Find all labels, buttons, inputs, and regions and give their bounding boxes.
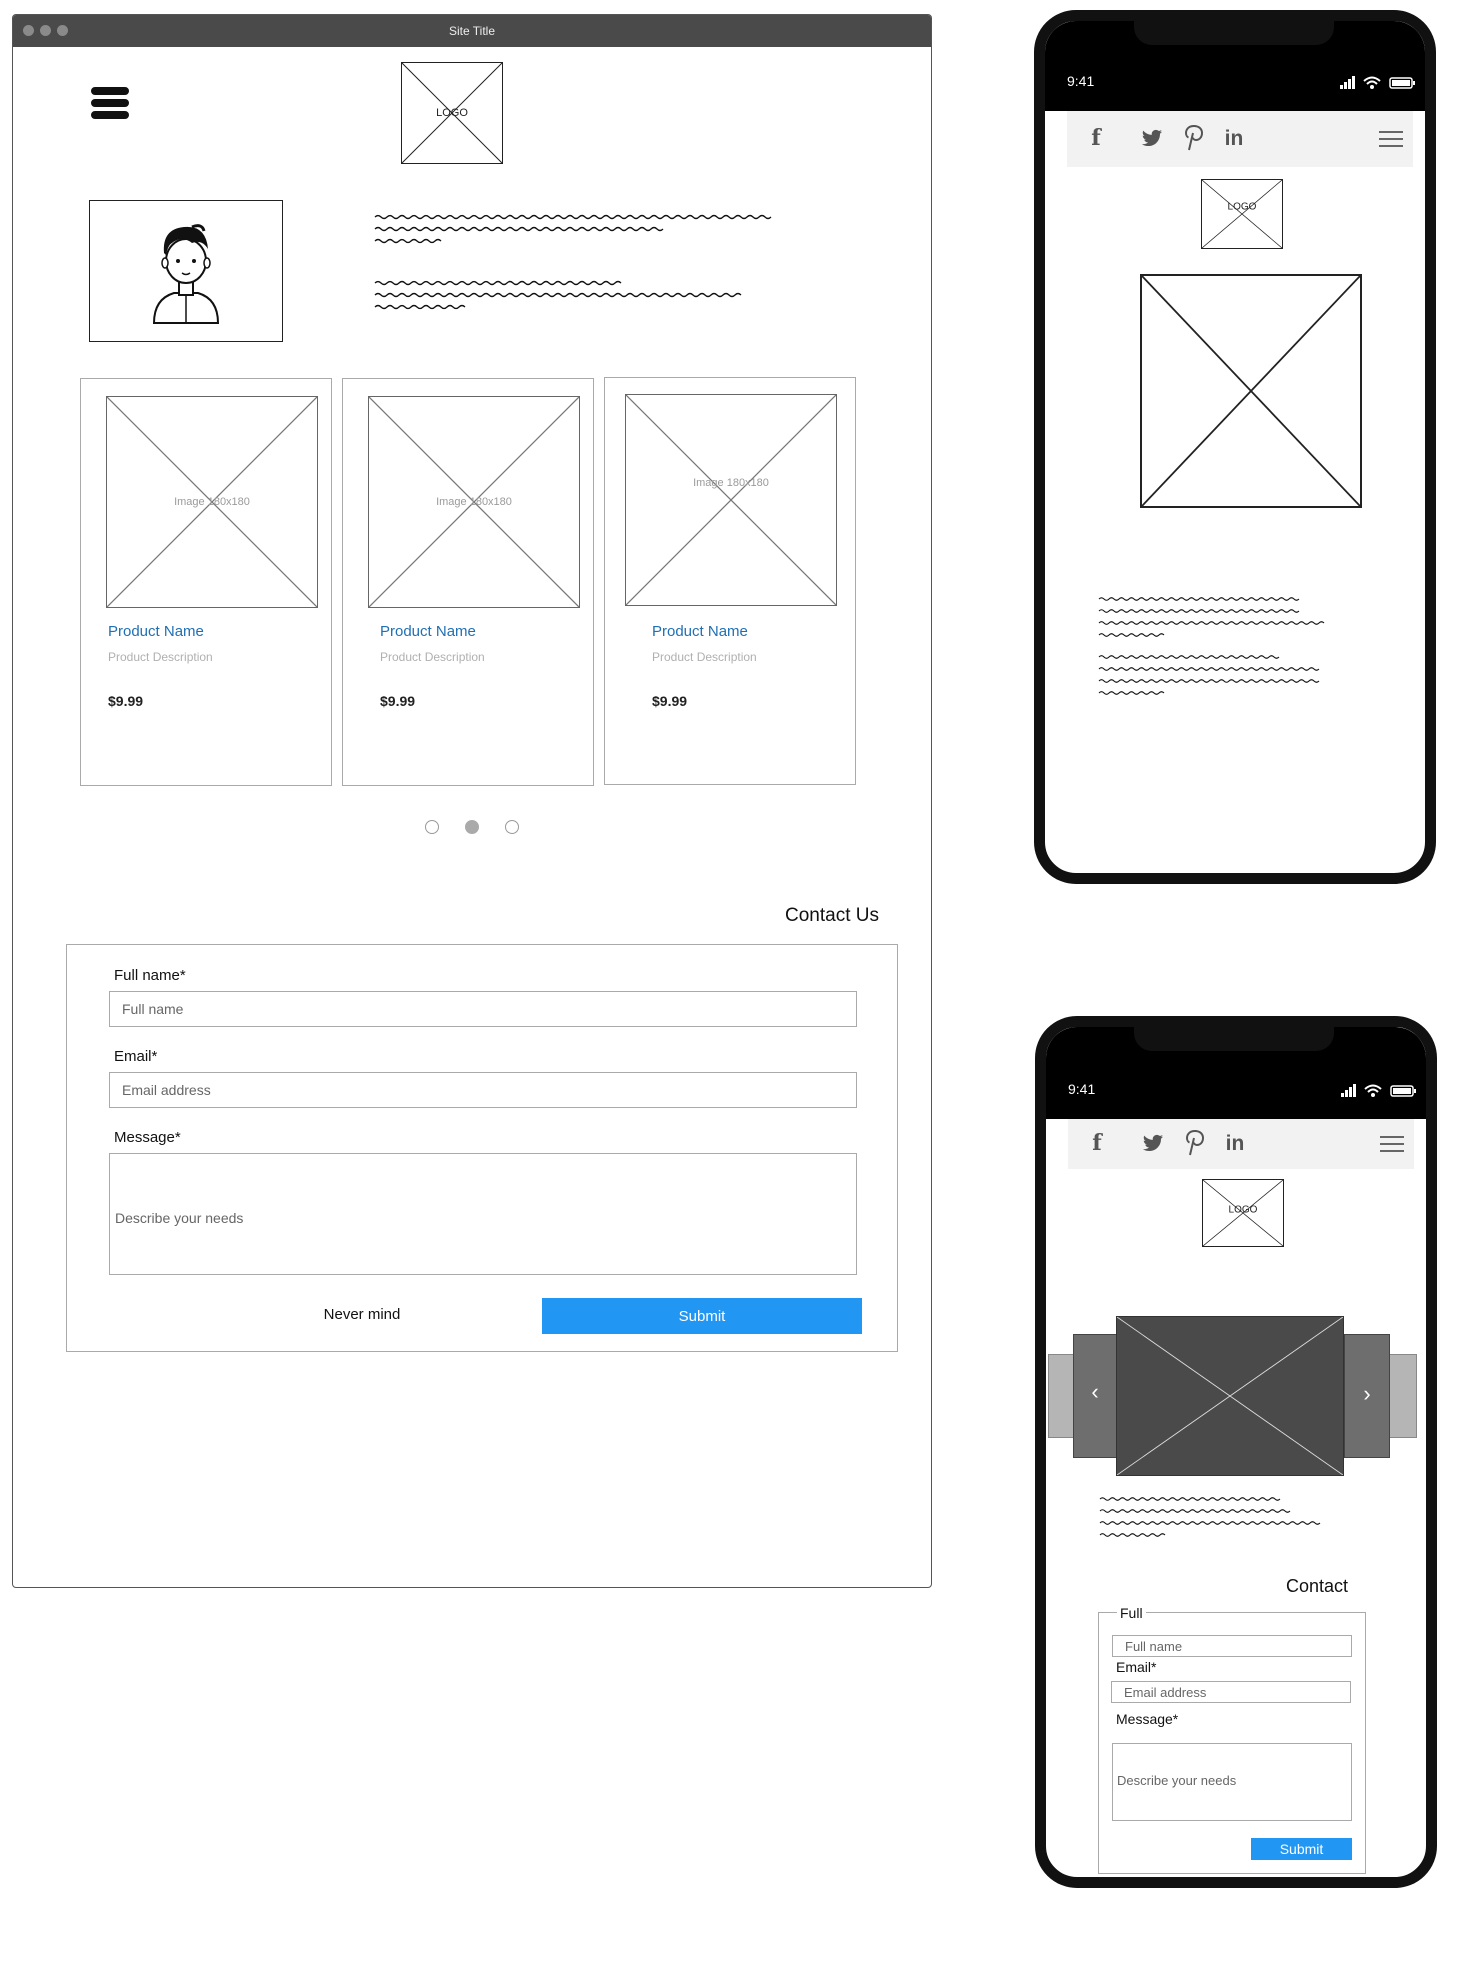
hamburger-menu-icon[interactable] [91, 87, 129, 121]
carousel-far-left-slide [1048, 1354, 1076, 1438]
product-description: Product Description [380, 650, 485, 664]
avatar [89, 200, 283, 342]
logo-placeholder[interactable]: LOGO [401, 62, 503, 164]
phone-mockup-1: 9:41 f in LOGO [1034, 10, 1436, 884]
email-label: Email* [1116, 1659, 1157, 1675]
twitter-icon[interactable] [1141, 129, 1163, 149]
message-label: Message* [1116, 1711, 1179, 1727]
message-textarea[interactable] [109, 1153, 857, 1275]
body-text-block [1099, 1497, 1321, 1537]
status-indicators-icon [1341, 1084, 1416, 1097]
product-image[interactable]: Image 180x180 [106, 396, 318, 608]
pinterest-icon[interactable] [1186, 1130, 1204, 1156]
message-label: Message* [114, 1129, 181, 1146]
contact-heading: Contact Us [785, 905, 879, 926]
carousel-dot[interactable] [505, 820, 519, 834]
browser-window: Site Title LOGO Image 180x180 Product Na… [12, 14, 932, 1588]
status-bar: 9:41 [1045, 21, 1425, 111]
carousel-active-slide[interactable] [1116, 1316, 1344, 1476]
logo-label: LOGO [1227, 201, 1257, 213]
email-label: Email* [114, 1048, 158, 1065]
person-illustration-icon [152, 224, 220, 324]
fullname-input[interactable] [1112, 1635, 1352, 1657]
status-bar: 9:41 [1046, 1027, 1426, 1119]
phone-notch [1134, 21, 1334, 45]
product-description: Product Description [652, 650, 757, 664]
logo-placeholder[interactable]: LOGO [1202, 1179, 1284, 1247]
product-card[interactable]: Image 180x180 Product Name Product Descr… [604, 377, 856, 785]
linkedin-icon[interactable]: in [1219, 126, 1249, 152]
status-indicators-icon [1340, 76, 1415, 89]
image-carousel: ‹ › [1046, 1316, 1426, 1476]
social-bar: f in [1068, 1119, 1414, 1169]
carousel-dot[interactable] [425, 820, 439, 834]
body-text-block [374, 214, 772, 244]
status-time: 9:41 [1068, 1081, 1096, 1097]
never-mind-button[interactable]: Never mind [297, 1298, 427, 1330]
phone-mockup-2: 9:41 f in LOGO ‹ › Contact Full Full nam… [1035, 1016, 1437, 1888]
product-image-label: Image 180x180 [693, 477, 769, 490]
product-image[interactable]: Image 180x180 [368, 396, 580, 608]
carousel-dot-active[interactable] [465, 820, 479, 834]
email-input[interactable] [1111, 1681, 1351, 1703]
body-text-block-2 [374, 280, 742, 310]
phone-notch [1134, 1027, 1334, 1051]
facebook-icon[interactable]: f [1084, 1130, 1110, 1156]
product-image[interactable]: Image 180x180 [625, 394, 837, 606]
logo-label: LOGO [436, 107, 468, 119]
logo-placeholder[interactable]: LOGO [1201, 179, 1283, 249]
contact-heading: Contact [1286, 1576, 1349, 1596]
product-name-link[interactable]: Product Name [108, 623, 204, 640]
fullname-label: Full [1117, 1605, 1146, 1621]
social-bar: f in [1067, 111, 1413, 167]
product-price: $9.99 [108, 693, 144, 709]
status-time: 9:41 [1067, 73, 1095, 89]
product-name-link[interactable]: Product Name [380, 623, 476, 640]
browser-titlebar: Site Title [13, 15, 931, 47]
product-card[interactable]: Image 180x180 Product Name Product Descr… [80, 378, 332, 786]
chevron-left-icon[interactable]: ‹ [1074, 1379, 1116, 1405]
pinterest-icon[interactable] [1185, 125, 1203, 151]
email-input[interactable] [109, 1072, 857, 1108]
site-title: Site Title [448, 24, 496, 38]
product-description: Product Description [108, 650, 213, 664]
carousel-far-right-slide [1387, 1354, 1417, 1438]
facebook-icon[interactable]: f [1083, 125, 1109, 151]
chevron-right-icon[interactable]: › [1345, 1381, 1389, 1407]
product-image-label: Image 180x180 [174, 496, 250, 508]
logo-label: LOGO [1228, 1204, 1258, 1216]
submit-button[interactable]: Submit [542, 1298, 862, 1334]
product-image-label: Image 180x180 [436, 496, 512, 508]
body-text-block [1098, 597, 1325, 695]
carousel-next-slide[interactable]: › [1344, 1334, 1390, 1458]
product-card[interactable]: Image 180x180 Product Name Product Descr… [342, 378, 594, 786]
carousel-prev-slide[interactable]: ‹ [1073, 1334, 1117, 1458]
fullname-input[interactable] [109, 991, 857, 1027]
menu-icon[interactable] [1380, 1136, 1404, 1152]
twitter-icon[interactable] [1142, 1134, 1164, 1154]
product-price: $9.99 [652, 693, 688, 709]
contact-form: Full name* Email* Message* Never mind Su… [66, 944, 898, 1352]
product-price: $9.99 [380, 693, 416, 709]
menu-icon[interactable] [1379, 131, 1403, 147]
linkedin-icon[interactable]: in [1220, 1131, 1250, 1157]
hero-image-placeholder[interactable] [1140, 274, 1362, 508]
message-textarea[interactable] [1112, 1743, 1352, 1821]
submit-button[interactable]: Submit [1251, 1838, 1352, 1860]
product-name-link[interactable]: Product Name [652, 623, 748, 640]
fullname-label: Full name* [114, 967, 186, 984]
contact-form: Full Email* Message* Submit [1098, 1605, 1366, 1874]
